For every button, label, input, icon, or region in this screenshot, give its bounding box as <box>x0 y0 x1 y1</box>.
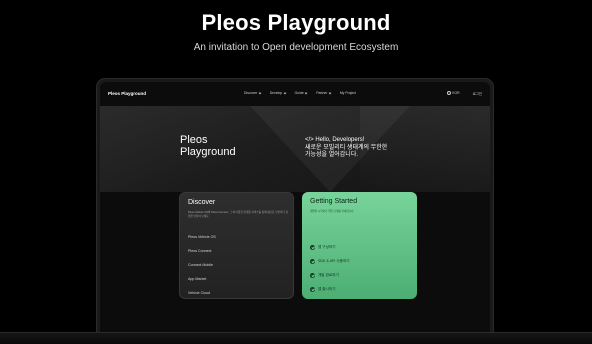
hello-line-2: 새로운 모빌리티 생태계의 무한한 <box>305 144 388 151</box>
globe-icon <box>447 91 452 95</box>
language-label: KOR <box>452 91 460 95</box>
nav-item-label: My Project <box>339 91 356 95</box>
nav-item-label: Discover <box>244 91 258 95</box>
getting-started-title: Getting Started <box>310 198 358 205</box>
brand-line-1: Pleos <box>180 134 208 146</box>
discover-card[interactable]: Discover Pleos Vehicle OS와 Pleos Connect… <box>179 192 294 299</box>
getting-started-description: 개발을 시작하기 위한 단계를 안내합니다. <box>310 210 355 213</box>
getting-started-step[interactable]: 앱 구상하기 <box>310 245 336 250</box>
discover-item[interactable]: Connect Mobile <box>188 263 213 267</box>
nav-item-label: Guide <box>294 91 304 95</box>
getting-started-step[interactable]: SDK & API 사용하기 <box>310 259 350 264</box>
discover-title: Discover <box>188 199 216 206</box>
language-selector[interactable]: KOR <box>447 91 460 95</box>
hello-message: </> Hello, Developers! 새로운 모빌리티 생태계의 무한한… <box>305 137 387 160</box>
discover-description: Pleos Vehicle OS와 Pleos Connect, 그 외 다양한… <box>188 211 288 218</box>
nav-item-develop[interactable]: Develop <box>269 91 287 95</box>
nav-item-label: Partner <box>316 91 328 95</box>
discover-item[interactable]: Pleos Vehicle OS <box>188 235 216 239</box>
hero-subtitle: An invitation to Open development Ecosys… <box>193 42 399 53</box>
nav-right: KOR 로그인 <box>447 91 482 96</box>
brand-line-2: Playground <box>180 146 236 158</box>
banner-brand: Pleos Playground <box>180 134 236 158</box>
laptop-frame: Pleos Playground Discover Develop Guide … <box>96 78 494 341</box>
hero-title: Pleos Playground <box>201 10 391 35</box>
check-icon <box>310 259 315 264</box>
chevron-down-icon <box>328 91 332 94</box>
laptop-screen: Pleos Playground Discover Develop Guide … <box>100 82 490 341</box>
nav-item-discover[interactable]: Discover <box>244 91 262 95</box>
hero-banner: Pleos Playground </> Hello, Developers! … <box>100 106 490 192</box>
check-icon <box>310 287 315 292</box>
nav-item-label: Develop <box>269 91 283 95</box>
nav-item-partner[interactable]: Partner <box>316 91 332 95</box>
discover-item[interactable]: Vehicle Cloud <box>188 291 210 295</box>
chevron-down-icon <box>283 91 287 94</box>
login-link[interactable]: 로그인 <box>473 91 482 96</box>
chevron-down-icon <box>304 91 308 94</box>
chevron-down-icon <box>258 91 262 94</box>
laptop-base <box>0 332 592 344</box>
step-label: SDK & API 사용하기 <box>318 259 350 263</box>
hello-line-3: 가능성을 열어갑니다. <box>305 152 359 158</box>
nav-logo[interactable]: Pleos Playground <box>108 91 146 96</box>
discover-item[interactable]: App Market <box>188 277 206 281</box>
check-icon <box>310 273 315 278</box>
nav-item-my-project[interactable]: My Project <box>340 91 356 95</box>
getting-started-step[interactable]: 앱 출시하기 <box>310 287 336 292</box>
check-icon <box>310 245 315 250</box>
top-nav: Pleos Playground Discover Develop Guide … <box>100 82 490 104</box>
discover-item[interactable]: Pleos Connect <box>188 249 211 253</box>
nav-item-guide[interactable]: Guide <box>295 91 308 95</box>
hello-line-1: </> Hello, Developers! <box>305 137 365 143</box>
step-label: 개발 완료하기 <box>318 273 339 277</box>
step-label: 앱 출시하기 <box>318 287 336 291</box>
getting-started-card[interactable]: Getting Started 개발을 시작하기 위한 단계를 안내합니다. 앱… <box>302 192 417 299</box>
step-label: 앱 구상하기 <box>318 245 336 249</box>
getting-started-step[interactable]: 개발 완료하기 <box>310 273 339 278</box>
